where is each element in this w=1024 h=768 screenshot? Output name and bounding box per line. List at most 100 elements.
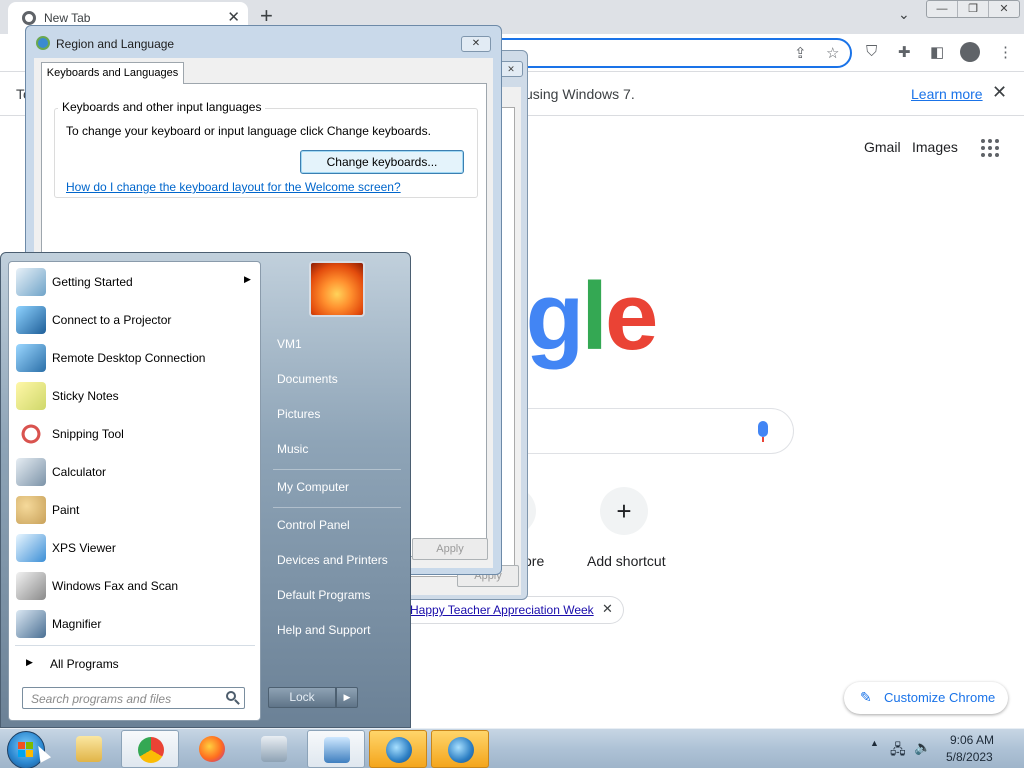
tab-search-button[interactable]: ⌄ (898, 6, 910, 23)
getting-started-icon (16, 268, 46, 296)
images-link[interactable]: Images (912, 139, 958, 155)
volume-icon[interactable]: 🔈 (914, 739, 931, 756)
control-panel-icon (324, 737, 350, 763)
lock-button[interactable]: Lock (268, 687, 336, 708)
search-placeholder: Search programs and files (31, 692, 172, 706)
globe-icon (36, 36, 50, 50)
program-fax-scan[interactable]: Windows Fax and Scan (12, 568, 258, 604)
start-link-pictures[interactable]: Pictures (277, 407, 320, 421)
info-bar-close-button[interactable]: ✕ (992, 82, 1007, 103)
start-search-input[interactable]: Search programs and files (22, 687, 245, 709)
google-apps-icon[interactable] (981, 139, 999, 157)
all-programs-label: All Programs (50, 657, 119, 671)
program-label: Calculator (52, 465, 107, 479)
program-magnifier[interactable]: Magnifier (12, 606, 258, 642)
clock-time[interactable]: 9:06 AM (950, 733, 994, 747)
start-link-control-panel[interactable]: Control Panel (277, 518, 350, 532)
start-menu-programs-pane: Getting Started ▶ Connect to a Projector… (8, 261, 261, 721)
taskbar-chrome[interactable] (121, 730, 179, 768)
clock-date[interactable]: 5/8/2023 (946, 750, 993, 764)
close-window-button[interactable]: ✕ (989, 1, 1019, 17)
change-keyboards-button[interactable]: Change keyboards... (300, 150, 464, 174)
all-programs-arrow-icon: ▶ (26, 657, 33, 667)
taskbar-firefox[interactable] (183, 730, 241, 768)
start-link-documents[interactable]: Documents (277, 372, 338, 386)
keyboard-icon (261, 736, 287, 762)
window-controls: — ❐ ✕ (926, 0, 1020, 18)
logo-letter: e (604, 263, 658, 370)
show-hidden-icons-button[interactable]: ▲ (870, 738, 879, 748)
all-programs-button[interactable]: ▶ All Programs (12, 651, 258, 677)
star-icon[interactable]: ☆ (826, 44, 839, 62)
minimize-button[interactable]: — (927, 1, 958, 17)
program-remote-desktop[interactable]: Remote Desktop Connection (12, 340, 258, 376)
submenu-arrow-icon[interactable]: ▶ (244, 274, 251, 285)
region-language-icon-2 (448, 737, 474, 763)
start-link-my-computer[interactable]: My Computer (277, 480, 349, 494)
taskbar-region-language[interactable] (369, 730, 427, 768)
shield-icon[interactable]: ⛉ (866, 43, 877, 60)
menu-icon[interactable]: ⋮ (998, 43, 1013, 61)
magnifier-icon (16, 610, 46, 638)
microphone-stem (762, 437, 764, 442)
google-search-box[interactable] (500, 408, 794, 454)
logo-letter: l (581, 263, 608, 370)
taskbar-region-language-2[interactable] (431, 730, 489, 768)
apply-button[interactable]: Apply (412, 538, 488, 560)
taskbar-keyboard[interactable] (245, 730, 303, 768)
program-label: Windows Fax and Scan (52, 579, 179, 593)
microphone-icon[interactable] (758, 421, 768, 437)
program-label: Magnifier (52, 617, 102, 631)
learn-more-link[interactable]: Learn more (911, 86, 983, 102)
promo-close-button[interactable]: ✕ (602, 601, 613, 617)
start-link-help-support[interactable]: Help and Support (277, 623, 370, 637)
promo-link[interactable]: Happy Teacher Appreciation Week (410, 603, 594, 617)
sidebar-icon[interactable]: ◧ (930, 43, 944, 61)
remote-desktop-icon (16, 344, 46, 372)
region-language-icon (386, 737, 412, 763)
customize-chrome-label: Customize Chrome (884, 690, 996, 705)
projector-icon (16, 306, 46, 334)
program-calculator[interactable]: Calculator (12, 454, 258, 490)
program-xps-viewer[interactable]: XPS Viewer (12, 530, 258, 566)
tab-title: New Tab (44, 11, 91, 25)
fax-scan-icon (16, 572, 46, 600)
tab-keyboards-languages[interactable]: Keyboards and Languages (41, 62, 184, 84)
restore-button[interactable]: ❐ (958, 1, 989, 17)
logo-letter: g (525, 263, 585, 370)
customize-chrome-button[interactable]: ✎ Customize Chrome (844, 682, 1008, 714)
search-icon[interactable] (226, 691, 236, 701)
dialog-title: Region and Language (56, 37, 175, 51)
profile-icon[interactable] (960, 42, 980, 62)
taskbar-control-panel[interactable] (307, 730, 365, 768)
taskbar-explorer[interactable] (60, 730, 118, 768)
network-icon[interactable]: 🖧 (890, 739, 906, 763)
program-connect-projector[interactable]: Connect to a Projector (12, 302, 258, 338)
shutdown-options-arrow-icon[interactable]: ▶ (336, 687, 358, 708)
start-link-default-programs[interactable]: Default Programs (277, 588, 370, 602)
user-picture[interactable] (309, 261, 365, 317)
puzzle-icon[interactable]: ✚ (898, 43, 911, 61)
program-snipping-tool[interactable]: Snipping Tool (12, 416, 258, 452)
start-link-vm1[interactable]: VM1 (277, 337, 302, 351)
background-dialog-close-button[interactable]: ✕ (499, 61, 523, 77)
start-link-music[interactable]: Music (277, 442, 308, 456)
program-sticky-notes[interactable]: Sticky Notes (12, 378, 258, 414)
dialog-close-button[interactable]: ✕ (461, 36, 491, 52)
welcome-screen-help-link[interactable]: How do I change the keyboard layout for … (66, 180, 401, 194)
program-label: Remote Desktop Connection (52, 351, 206, 365)
add-shortcut-label[interactable]: Add shortcut (587, 553, 666, 569)
program-getting-started[interactable]: Getting Started ▶ (12, 264, 258, 300)
program-label: Paint (52, 503, 80, 517)
add-shortcut-button[interactable]: + (600, 487, 648, 535)
right-pane-separator (273, 469, 401, 470)
tab-close-button[interactable]: ✕ (227, 8, 240, 26)
program-label: Getting Started (52, 275, 133, 289)
promo-chip: Happy Teacher Appreciation Week ✕ (408, 596, 624, 624)
program-label: XPS Viewer (52, 541, 116, 555)
share-icon[interactable]: ⇪ (794, 44, 807, 62)
start-link-devices-printers[interactable]: Devices and Printers (277, 553, 388, 567)
gmail-link[interactable]: Gmail (864, 139, 901, 155)
program-paint[interactable]: Paint (12, 492, 258, 528)
taskbar (0, 728, 1024, 768)
